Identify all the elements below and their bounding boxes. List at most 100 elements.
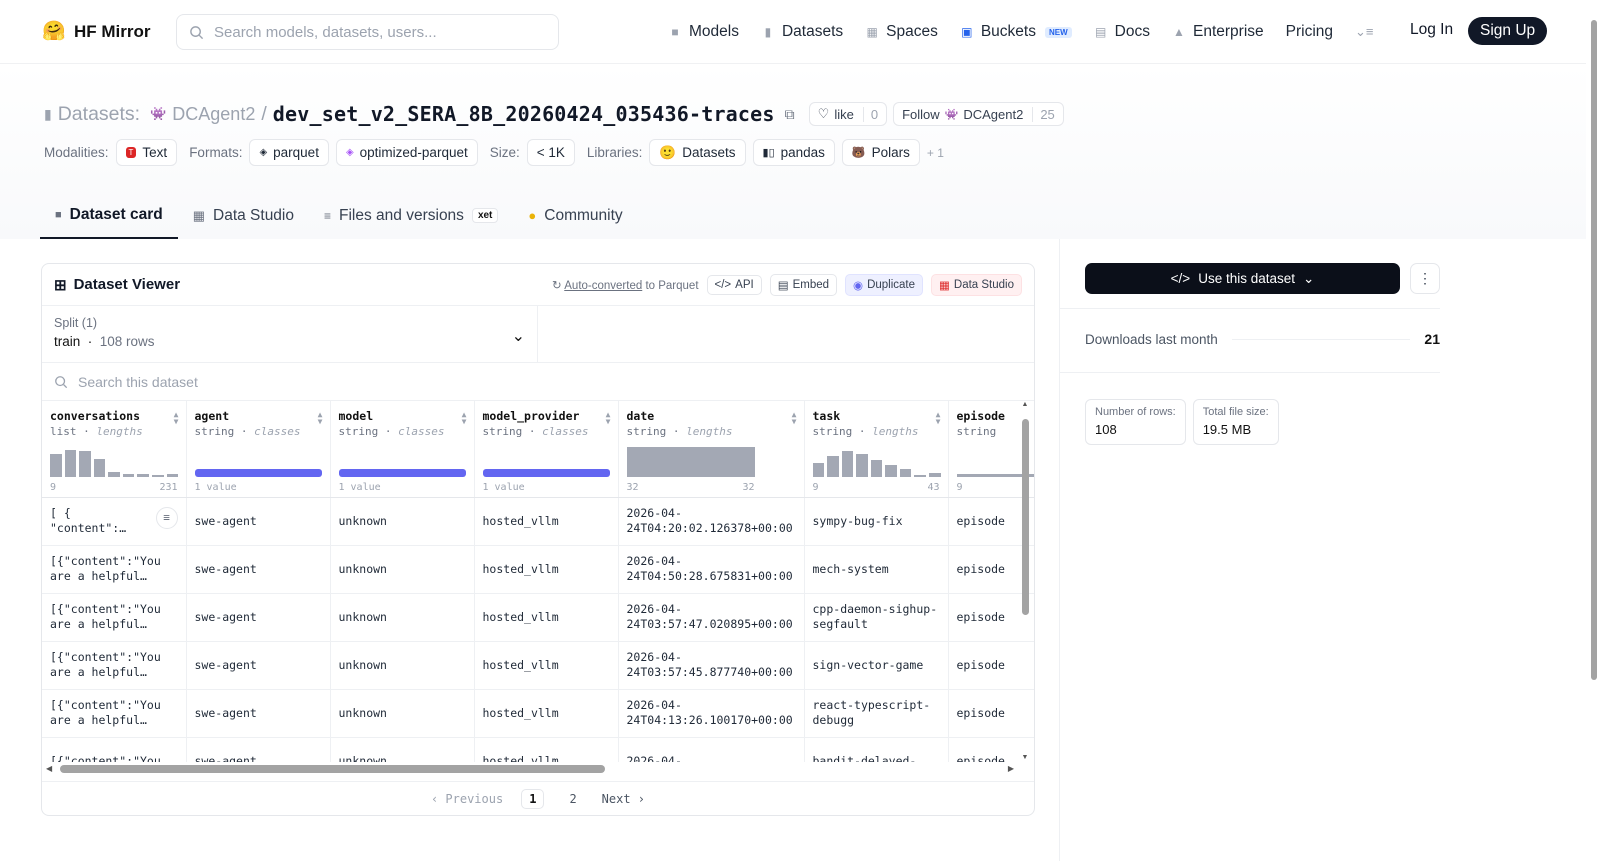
next-page[interactable]: Next › (602, 792, 645, 806)
table-cell[interactable]: 2026-04- 24T04:13:26.100170+00:00 (618, 689, 805, 738)
table-row[interactable]: [{"content":"You are a helpful… swe-agent… (42, 545, 1034, 594)
nav-pricing[interactable]: Pricing (1286, 23, 1333, 41)
column-header-task[interactable]: task string · lengths ▲ ▼ 9 43 (804, 401, 949, 498)
nav-docs[interactable]: ▤ Docs (1094, 23, 1150, 41)
use-dataset-button[interactable]: </> Use this dataset ⌄ (1085, 263, 1400, 294)
nav-buckets[interactable]: ▣ Buckets NEW (960, 23, 1072, 41)
login-link[interactable]: Log In (1410, 21, 1453, 39)
like-button[interactable]: ♡ like 0 (808, 102, 888, 126)
table-cell[interactable]: swe-agent (186, 689, 331, 738)
tag-parquet[interactable]: ◈ parquet (249, 139, 329, 166)
table-cell[interactable]: [{"content":"You are a helpful… (42, 545, 187, 594)
repo-name[interactable]: dev_set_v2_SERA_8B_20260424_035436-trace… (273, 102, 775, 126)
table-cell[interactable]: unknown (330, 497, 475, 546)
copy-icon[interactable]: ⧉ (785, 106, 795, 123)
logo[interactable]: 🤗 HF Mirror (42, 20, 151, 44)
scroll-thumb[interactable] (60, 765, 605, 773)
page-scroll-thumb[interactable] (1591, 20, 1597, 680)
table-cell[interactable]: hosted_vllm (474, 689, 619, 738)
table-cell[interactable]: 2026-04- 24T03:57:47.020895+00:00 (618, 593, 805, 642)
sort-icon[interactable]: ▲ ▼ (936, 411, 941, 426)
tag-pandas[interactable]: ▮▯ pandas (752, 139, 835, 166)
tag-text[interactable]: T Text (115, 139, 178, 166)
sort-icon[interactable]: ▲ ▼ (174, 411, 179, 426)
table-row[interactable]: [{"content":"You are a helpful… swe-agent… (42, 641, 1034, 690)
follow-button[interactable]: Follow 👾 DCAgent2 25 (893, 102, 1064, 126)
table-cell[interactable]: 2026-04- 24T04:50:28.675831+00:00 (618, 545, 805, 594)
dataset-search[interactable] (42, 363, 1034, 401)
page-scrollbar[interactable] (1588, 0, 1600, 861)
comment-icon[interactable]: ≡ (155, 506, 178, 529)
table-cell[interactable]: unknown (330, 593, 475, 642)
column-header-date[interactable]: date string · lengths ▲ ▼ 32 32 (618, 401, 805, 498)
table-row[interactable]: [{"content":"You are a helpful… swe-agent… (42, 593, 1034, 642)
vertical-scrollbar[interactable]: ▲ ▼ (1020, 401, 1030, 761)
column-header-conversations[interactable]: conversations list · lengths ▲ ▼ 9 231 (42, 401, 187, 498)
duplicate-button[interactable]: ◉ Duplicate (845, 273, 924, 296)
table-cell[interactable]: 2026-04- 24T03:57:45.877740+00:00 (618, 641, 805, 690)
table-cell[interactable]: [{"content":"You are a helpful… (42, 689, 187, 738)
table-cell[interactable]: sympy-bug-fix (804, 497, 949, 546)
nav-models[interactable]: ■ Models (668, 23, 739, 41)
auto-converted-link[interactable]: Auto-converted (564, 280, 642, 292)
split-selector[interactable]: Split (1) train · 108 rows ⌄ (42, 306, 538, 362)
table-cell[interactable]: sign-vector-game (804, 641, 949, 690)
table-cell[interactable]: 2026-04- 24T04:20:02.126378+00:00 (618, 497, 805, 546)
sort-icon[interactable]: ▲ ▼ (462, 411, 467, 426)
nav-spaces[interactable]: ▦ Spaces (865, 23, 937, 41)
table-cell[interactable]: unknown (330, 689, 475, 738)
signup-button[interactable]: Sign Up (1468, 17, 1548, 45)
table-cell[interactable]: [ { "content":… ≡ (42, 497, 187, 546)
column-header-model-provider[interactable]: model_provider string · classes ▲ ▼ 1 value (474, 401, 619, 498)
table-cell[interactable]: unknown (330, 641, 475, 690)
tab-files[interactable]: ≡ Files and versions xet (309, 192, 513, 239)
global-search[interactable] (176, 14, 559, 50)
embed-button[interactable]: ▤ Embed (769, 273, 838, 296)
horizontal-scrollbar[interactable]: ◀ ▶ (42, 762, 1034, 776)
table-cell[interactable]: unknown (330, 545, 475, 594)
nav-enterprise[interactable]: ▲ Enterprise (1172, 23, 1264, 41)
more-options-button[interactable]: ⋮ (1410, 263, 1440, 294)
table-cell[interactable]: hosted_vllm (474, 545, 619, 594)
table-cell[interactable]: swe-agent (186, 593, 331, 642)
nav-more[interactable]: ⌄≡ (1355, 24, 1373, 40)
tab-dataset-card[interactable]: ■ Dataset card (40, 192, 178, 239)
table-cell[interactable]: hosted_vllm (474, 593, 619, 642)
scroll-right-icon[interactable]: ▶ (1008, 764, 1014, 773)
sort-icon[interactable]: ▲ ▼ (792, 411, 797, 426)
sort-icon[interactable]: ▲ ▼ (318, 411, 323, 426)
tab-community[interactable]: ● Community (513, 192, 637, 239)
page-1[interactable]: 1 (521, 788, 545, 809)
tag-size[interactable]: < 1K (526, 139, 575, 166)
tab-data-studio[interactable]: ▦ Data Studio (178, 192, 309, 239)
tag-polars[interactable]: 🐻 Polars (841, 139, 920, 166)
column-header-model[interactable]: model string · classes ▲ ▼ 1 value (330, 401, 475, 498)
table-cell[interactable]: [{"content":"You are a helpful… (42, 593, 187, 642)
table-cell[interactable]: swe-agent (186, 641, 331, 690)
scroll-up-icon[interactable]: ▲ (1020, 401, 1030, 408)
dataset-search-input[interactable] (78, 373, 478, 390)
nav-datasets[interactable]: ▮ Datasets (761, 23, 843, 41)
table-cell[interactable]: [{"content":"You are a helpful… (42, 641, 187, 690)
scroll-thumb[interactable] (1022, 419, 1029, 615)
previous-page[interactable]: ‹ Previous (431, 792, 503, 806)
api-button[interactable]: </> API (706, 274, 762, 295)
column-header-agent[interactable]: agent string · classes ▲ ▼ 1 value (186, 401, 331, 498)
table-cell[interactable]: mech-system (804, 545, 949, 594)
table-cell[interactable]: swe-agent (186, 545, 331, 594)
data-studio-button[interactable]: ▦ Data Studio (931, 273, 1022, 296)
sort-icon[interactable]: ▲ ▼ (606, 411, 611, 426)
page-2[interactable]: 2 (562, 790, 583, 808)
global-search-input[interactable] (214, 23, 514, 41)
more-libraries[interactable]: + 1 (927, 146, 944, 160)
table-cell[interactable]: react-typescript- debugg (804, 689, 949, 738)
table-cell[interactable]: hosted_vllm (474, 641, 619, 690)
scroll-down-icon[interactable]: ▼ (1020, 754, 1030, 761)
table-cell[interactable]: swe-agent (186, 497, 331, 546)
table-row[interactable]: [ { "content":… ≡ swe-agent unknown hosted_v… (42, 497, 1034, 546)
table-row[interactable]: [{"content":"You are a helpful… swe-agent… (42, 689, 1034, 738)
scroll-left-icon[interactable]: ◀ (46, 764, 52, 773)
org-link[interactable]: DCAgent2 (172, 104, 255, 125)
tag-datasets[interactable]: 🙂 Datasets (649, 139, 746, 166)
table-cell[interactable]: cpp-daemon-sighup- segfault (804, 593, 949, 642)
